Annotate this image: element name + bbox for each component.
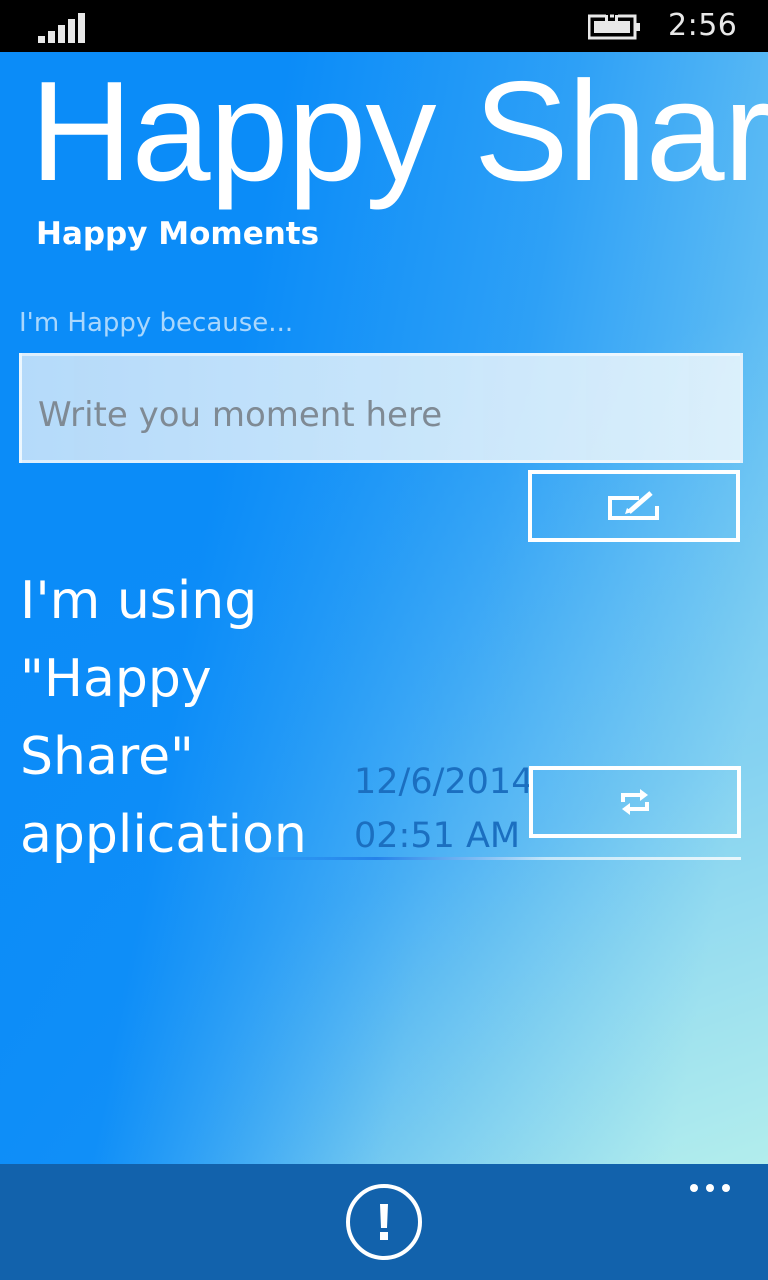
main-content: Happy Share Happy Moments I'm Happy beca… — [0, 52, 768, 1164]
status-time: 2:56 — [668, 8, 738, 43]
moment-input[interactable] — [19, 353, 743, 463]
status-bar: 2:56 — [0, 0, 768, 52]
moment-input-label: I'm Happy because... — [19, 308, 294, 338]
edit-icon — [608, 491, 659, 520]
moment-time: 02:51 AM — [354, 816, 521, 856]
about-button[interactable] — [346, 1184, 422, 1260]
ellipsis-icon — [690, 1184, 698, 1192]
signal-strength-icon — [38, 11, 88, 43]
ellipsis-dot — [706, 1184, 714, 1192]
more-options-button[interactable] — [686, 1176, 736, 1200]
share-moment-button[interactable] — [529, 766, 741, 838]
moment-divider — [255, 857, 741, 860]
app-title: Happy Share — [30, 52, 768, 211]
repeat-icon — [621, 789, 649, 815]
page-subtitle: Happy Moments — [36, 216, 320, 252]
moment-text: I'm using "Happy Share" application — [20, 571, 307, 865]
battery-charging-icon — [588, 13, 640, 40]
app-bar — [0, 1164, 768, 1280]
moment-date: 12/6/2014 — [354, 762, 534, 802]
exclamation-circle-icon — [380, 1204, 388, 1240]
ellipsis-dot — [722, 1184, 730, 1192]
post-moment-button[interactable] — [528, 470, 740, 542]
